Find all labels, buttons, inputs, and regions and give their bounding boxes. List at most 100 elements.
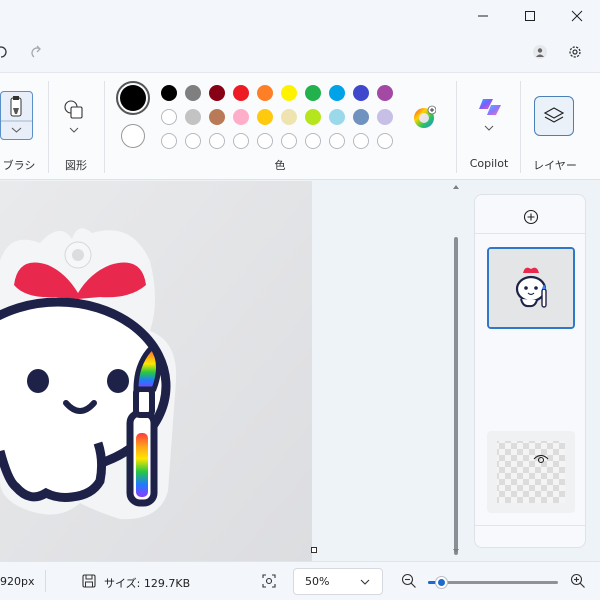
zoom-in-icon [570, 573, 585, 588]
color-swatch[interactable] [161, 85, 177, 101]
color-swatch[interactable] [281, 85, 297, 101]
edit-colors-button[interactable] [412, 105, 437, 129]
account-button[interactable] [528, 40, 552, 64]
color-swatch[interactable] [329, 109, 345, 125]
ribbon-separator [456, 81, 457, 173]
canvas-image[interactable] [0, 181, 312, 561]
layers-icon [543, 107, 565, 123]
color-swatch[interactable] [353, 85, 369, 101]
color-swatch[interactable] [281, 109, 297, 125]
plus-circle-icon [523, 209, 539, 225]
custom-color-slot[interactable] [329, 133, 345, 149]
primary-color-swatch [120, 85, 146, 111]
account-icon [533, 45, 547, 59]
canvas-work-area [0, 181, 464, 561]
custom-color-slot[interactable] [209, 133, 225, 149]
color-group-label: 色 [274, 159, 286, 172]
color-swatch[interactable] [209, 109, 225, 125]
layers-panel [474, 194, 586, 548]
layer-item-transparent[interactable] [487, 431, 575, 513]
scroll-down-icon [453, 549, 459, 553]
gear-icon [569, 46, 581, 58]
zoom-in-button[interactable] [570, 573, 586, 589]
primary-color-button[interactable] [116, 81, 150, 115]
color-swatch[interactable] [209, 85, 225, 101]
color-swatch[interactable] [233, 85, 249, 101]
brush-button[interactable] [0, 91, 33, 140]
undo-button[interactable] [0, 40, 10, 64]
maximize-button[interactable] [507, 0, 553, 32]
quick-access-bar [0, 32, 600, 72]
color-swatch[interactable] [257, 109, 273, 125]
custom-color-slot[interactable] [233, 133, 249, 149]
zoom-out-button[interactable] [401, 573, 417, 589]
ribbon-toolbar: ブラシ 図形 色 Copilot レイヤー [0, 72, 600, 180]
layer-visibility-toggle[interactable] [533, 451, 549, 465]
brush-icon [1, 96, 32, 133]
undo-icon [0, 46, 7, 58]
shapes-icon [64, 100, 83, 133]
color-swatch[interactable] [257, 85, 273, 101]
layer-item-image[interactable] [487, 247, 575, 329]
zoom-value: 50% [305, 575, 330, 588]
scrollbar-thumb[interactable] [454, 237, 458, 555]
custom-color-slot[interactable] [185, 133, 201, 149]
panel-divider [475, 525, 585, 526]
custom-color-slot[interactable] [281, 133, 297, 149]
zoom-slider-thumb[interactable] [435, 576, 448, 589]
canvas-vertical-scrollbar[interactable] [452, 181, 460, 561]
color-swatch[interactable] [305, 85, 321, 101]
zoom-slider[interactable] [428, 576, 558, 589]
color-wheel-icon [414, 105, 437, 128]
zoom-out-icon [401, 573, 416, 588]
color-swatch[interactable] [377, 109, 393, 125]
maximize-icon [525, 11, 535, 21]
redo-button[interactable] [24, 40, 48, 64]
close-button[interactable] [554, 0, 600, 32]
fit-to-window-button[interactable] [261, 573, 277, 589]
scroll-up-icon [453, 185, 459, 189]
color-swatch[interactable] [353, 109, 369, 125]
color-swatch[interactable] [377, 85, 393, 101]
acrylic-charm-image [0, 181, 312, 561]
secondary-color-button[interactable] [121, 124, 145, 148]
title-bar [0, 0, 600, 32]
color-swatch[interactable] [233, 109, 249, 125]
file-size: サイズ: 129.7KB [104, 577, 191, 590]
close-icon [571, 10, 583, 22]
custom-color-slot[interactable] [257, 133, 273, 149]
minimize-button[interactable] [460, 0, 506, 32]
brush-group-label: ブラシ [2, 159, 36, 172]
shapes-group-label: 図形 [65, 159, 87, 172]
layer-thumbnail [489, 249, 573, 327]
zoom-dropdown[interactable]: 50% [293, 568, 383, 595]
color-swatch[interactable] [185, 109, 201, 125]
shapes-button[interactable] [62, 99, 88, 137]
panel-divider [475, 233, 585, 234]
ribbon-separator [520, 81, 521, 173]
layers-group-label: レイヤー [533, 159, 577, 172]
image-dimensions: 920px [0, 575, 35, 588]
custom-color-slot[interactable] [377, 133, 393, 149]
redo-icon [31, 45, 41, 58]
minimize-icon [478, 15, 488, 17]
color-swatch[interactable] [305, 109, 321, 125]
canvas-resize-handle[interactable] [311, 547, 317, 553]
status-separator [45, 570, 46, 592]
custom-color-slot[interactable] [353, 133, 369, 149]
eye-icon [533, 454, 549, 464]
copilot-button[interactable] [475, 97, 505, 137]
layers-button[interactable] [534, 96, 574, 136]
save-icon [82, 574, 96, 588]
custom-color-slot[interactable] [161, 133, 177, 149]
color-swatch[interactable] [329, 85, 345, 101]
copilot-group-label: Copilot [469, 157, 509, 170]
add-layer-button[interactable] [523, 209, 539, 225]
ribbon-separator [48, 81, 49, 173]
copilot-icon [479, 99, 501, 131]
custom-color-slot[interactable] [305, 133, 321, 149]
color-swatch[interactable] [185, 85, 201, 101]
settings-button[interactable] [563, 40, 587, 64]
fit-screen-icon [262, 574, 276, 588]
color-swatch[interactable] [161, 109, 177, 125]
